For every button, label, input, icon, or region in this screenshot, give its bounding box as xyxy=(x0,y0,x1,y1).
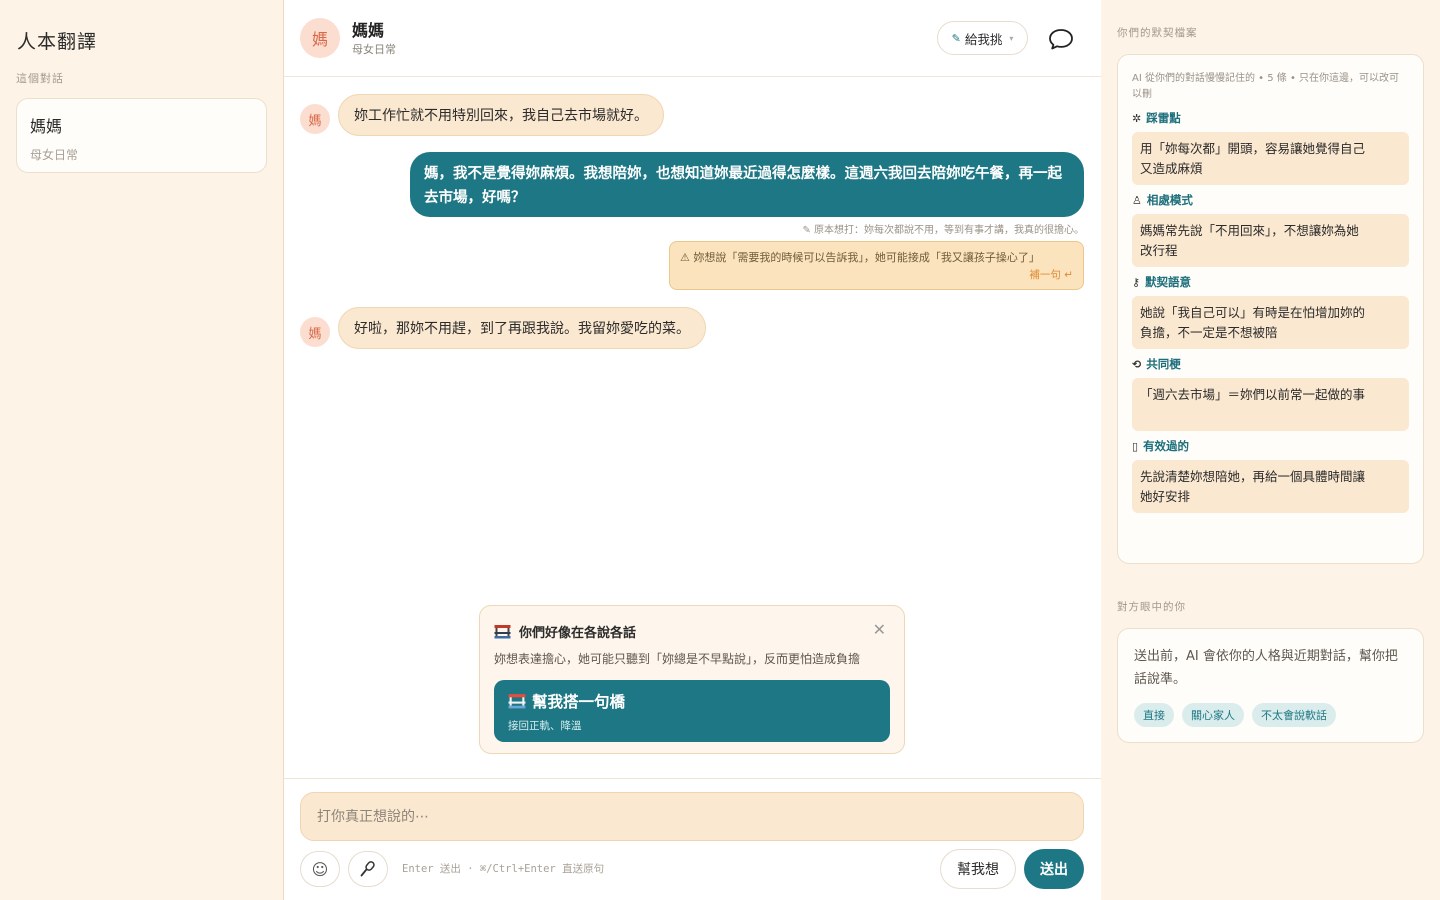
misread-warning: ⚠ 妳想說「需要我的時候可以告訴我」，她可能接成「我又讓孩子操心了」 補一句 ↵ xyxy=(669,241,1084,290)
chat-bubble-icon[interactable] xyxy=(1048,27,1074,51)
compose-area: ☺ Enter 送出 · ⌘/Ctrl+Enter 直送原句 幫我想 送出 xyxy=(284,778,1101,900)
trait-tags: 直接 關心家人 不太會說軟話 xyxy=(1134,703,1407,727)
incoming-message: 好啦，那妳不用趕，到了再跟我說。我留妳愛吃的菜。 xyxy=(338,307,706,349)
add-sentence-label: 補一句 xyxy=(1029,269,1061,281)
category-entry[interactable]: 媽媽常先說「不用回來」，不想讓妳為她改行程 xyxy=(1132,214,1409,267)
popup-title-text: 你們好像在各說各話 xyxy=(519,626,637,641)
bridge-icon xyxy=(508,694,526,709)
help-me-think-button[interactable]: 幫我想 xyxy=(940,849,1016,889)
close-icon[interactable]: ✕ xyxy=(873,620,886,639)
pattern-icon: ♙ xyxy=(1132,193,1142,207)
send-button[interactable]: 送出 xyxy=(1024,849,1084,889)
outgoing-message: 媽，我不是覺得妳麻煩。我想陪妳，也想知道妳最近過得怎麼樣。這週六我回去陪妳吃午餐… xyxy=(410,152,1084,217)
smiley-icon: ☺ xyxy=(311,859,329,879)
conversation-item[interactable]: 媽媽 母女日常 xyxy=(16,98,267,173)
conversation-subtitle: 母女日常 xyxy=(30,148,79,162)
landmine-icon: ✲ xyxy=(1132,111,1142,125)
contract-card: AI 從你們的對話慢慢記住的 • 5 條 • 只在你這邊，可以改可以刪 ✲ 踩雷點… xyxy=(1117,54,1424,564)
chat-header: 媽 媽媽 母女日常 ✎ 給我挑 ▾ xyxy=(284,0,1101,77)
voice-button[interactable] xyxy=(348,851,388,887)
add-sentence-link[interactable]: 補一句 ↵ xyxy=(1029,267,1073,282)
original-draft-text: 原本想打：妳每次都說不用，等到有事才講，我真的很擔心。 xyxy=(814,225,1084,236)
bridge-button-subtitle: 接回正軌、降溫 xyxy=(508,720,582,732)
category-entry[interactable]: 「週六去市場」＝妳們以前常一起做的事 xyxy=(1132,378,1409,431)
incoming-message: 妳工作忙就不用特別回來，我自己去市場就好。 xyxy=(338,94,664,136)
contract-meta: AI 從你們的對話慢慢記住的 • 5 條 • 只在你這邊，可以改可以刪 xyxy=(1132,73,1400,100)
message-avatar: 媽 xyxy=(300,104,330,134)
contact-subtitle: 母女日常 xyxy=(352,43,396,56)
keyboard-hint: Enter 送出 · ⌘/Ctrl+Enter 直送原句 xyxy=(402,863,605,875)
contract-category: ⚷ 默契語意 她說「我自己可以」有時是在怕增加妳的負擔，不一定是不想被陪 xyxy=(1132,274,1409,349)
pencil-icon: ✎ xyxy=(802,225,814,236)
contract-category: ✲ 踩雷點 用「妳每次都」開頭，容易讓她覺得自己又造成麻煩 xyxy=(1132,110,1409,185)
build-bridge-button[interactable]: 幫我搭一句橋 接回正軌、降溫 xyxy=(494,680,890,742)
microphone-icon xyxy=(360,861,375,877)
category-title: 踩雷點 xyxy=(1146,111,1181,125)
pencil-icon: ✎ xyxy=(951,31,961,45)
trait-tag[interactable]: 直接 xyxy=(1134,703,1174,727)
others-view-label: 對方眼中的你 xyxy=(1117,601,1186,613)
right-panel: 你們的默契檔案 AI 從你們的對話慢慢記住的 • 5 條 • 只在你這邊，可以改… xyxy=(1101,0,1440,900)
popup-description: 妳想表達擔心，她可能只聽到「妳總是不早點說」，反而更怕造成負擔 xyxy=(494,652,861,666)
contact-name: 媽媽 xyxy=(352,21,385,40)
bridge-icon xyxy=(494,625,511,639)
others-view-text: 送出前，AI 會依你的人格與近期對話，幫你把話說準。 xyxy=(1134,649,1398,687)
contract-label: 你們的默契檔案 xyxy=(1117,27,1198,39)
category-title: 有效過的 xyxy=(1143,439,1190,453)
contact-avatar: 媽 xyxy=(300,18,340,58)
contract-category: ⟲ 共同梗 「週六去市場」＝妳們以前常一起做的事 xyxy=(1132,356,1409,431)
message-input[interactable] xyxy=(300,792,1084,841)
trait-tag[interactable]: 關心家人 xyxy=(1182,703,1244,727)
original-draft-note: ✎ 原本想打：妳每次都說不用，等到有事才講，我真的很擔心。 xyxy=(802,221,1084,236)
mismatch-popup: 你們好像在各說各話 ✕ 妳想表達擔心，她可能只聽到「妳總是不早點說」，反而更怕造… xyxy=(479,605,905,754)
repeat-icon: ⟲ xyxy=(1132,357,1142,371)
key-icon: ⚷ xyxy=(1132,275,1141,289)
conversation-name: 媽媽 xyxy=(30,117,63,136)
warning-text: 妳想說「需要我的時候可以告訴我」，她可能接成「我又讓孩子操心了」 xyxy=(693,251,1040,264)
warning-icon: ⚠ xyxy=(680,251,694,264)
checkbox-icon: ▯ xyxy=(1132,439,1139,453)
emoji-button[interactable]: ☺ xyxy=(300,851,340,887)
give-me-pick-button[interactable]: ✎ 給我挑 ▾ xyxy=(937,21,1028,55)
contract-category: ▯ 有效過的 先說清楚妳想陪她，再給一個具體時間讓她好安排 xyxy=(1132,438,1409,513)
conversation-section-label: 這個對話 xyxy=(16,72,64,85)
give-button-label: 給我挑 xyxy=(964,31,1003,47)
bridge-button-title: 幫我搭一句橋 xyxy=(532,693,626,711)
chevron-down-icon: ▾ xyxy=(1009,33,1014,43)
others-view-card: 送出前，AI 會依你的人格與近期對話，幫你把話說準。 直接 關心家人 不太會說軟… xyxy=(1117,628,1424,743)
category-title: 默契語意 xyxy=(1145,275,1192,289)
app-title: 人本翻譯 xyxy=(17,31,98,53)
message-avatar: 媽 xyxy=(300,317,330,347)
left-sidebar: 人本翻譯 這個對話 媽媽 母女日常 xyxy=(0,0,284,900)
trait-tag[interactable]: 不太會說軟話 xyxy=(1252,703,1336,727)
category-title: 共同梗 xyxy=(1146,357,1181,371)
category-title: 相處模式 xyxy=(1146,193,1193,207)
popup-title: 你們好像在各說各話 xyxy=(494,622,636,641)
category-entry[interactable]: 用「妳每次都」開頭，容易讓她覺得自己又造成麻煩 xyxy=(1132,132,1409,185)
chat-panel: 媽 媽媽 母女日常 ✎ 給我挑 ▾ 媽 妳工作忙就不用特別回來，我自己去市場就好… xyxy=(284,0,1101,900)
category-entry[interactable]: 她說「我自己可以」有時是在怕增加妳的負擔，不一定是不想被陪 xyxy=(1132,296,1409,349)
contract-category: ♙ 相處模式 媽媽常先說「不用回來」，不想讓妳為她改行程 xyxy=(1132,192,1409,267)
category-entry[interactable]: 先說清楚妳想陪她，再給一個具體時間讓她好安排 xyxy=(1132,460,1409,513)
